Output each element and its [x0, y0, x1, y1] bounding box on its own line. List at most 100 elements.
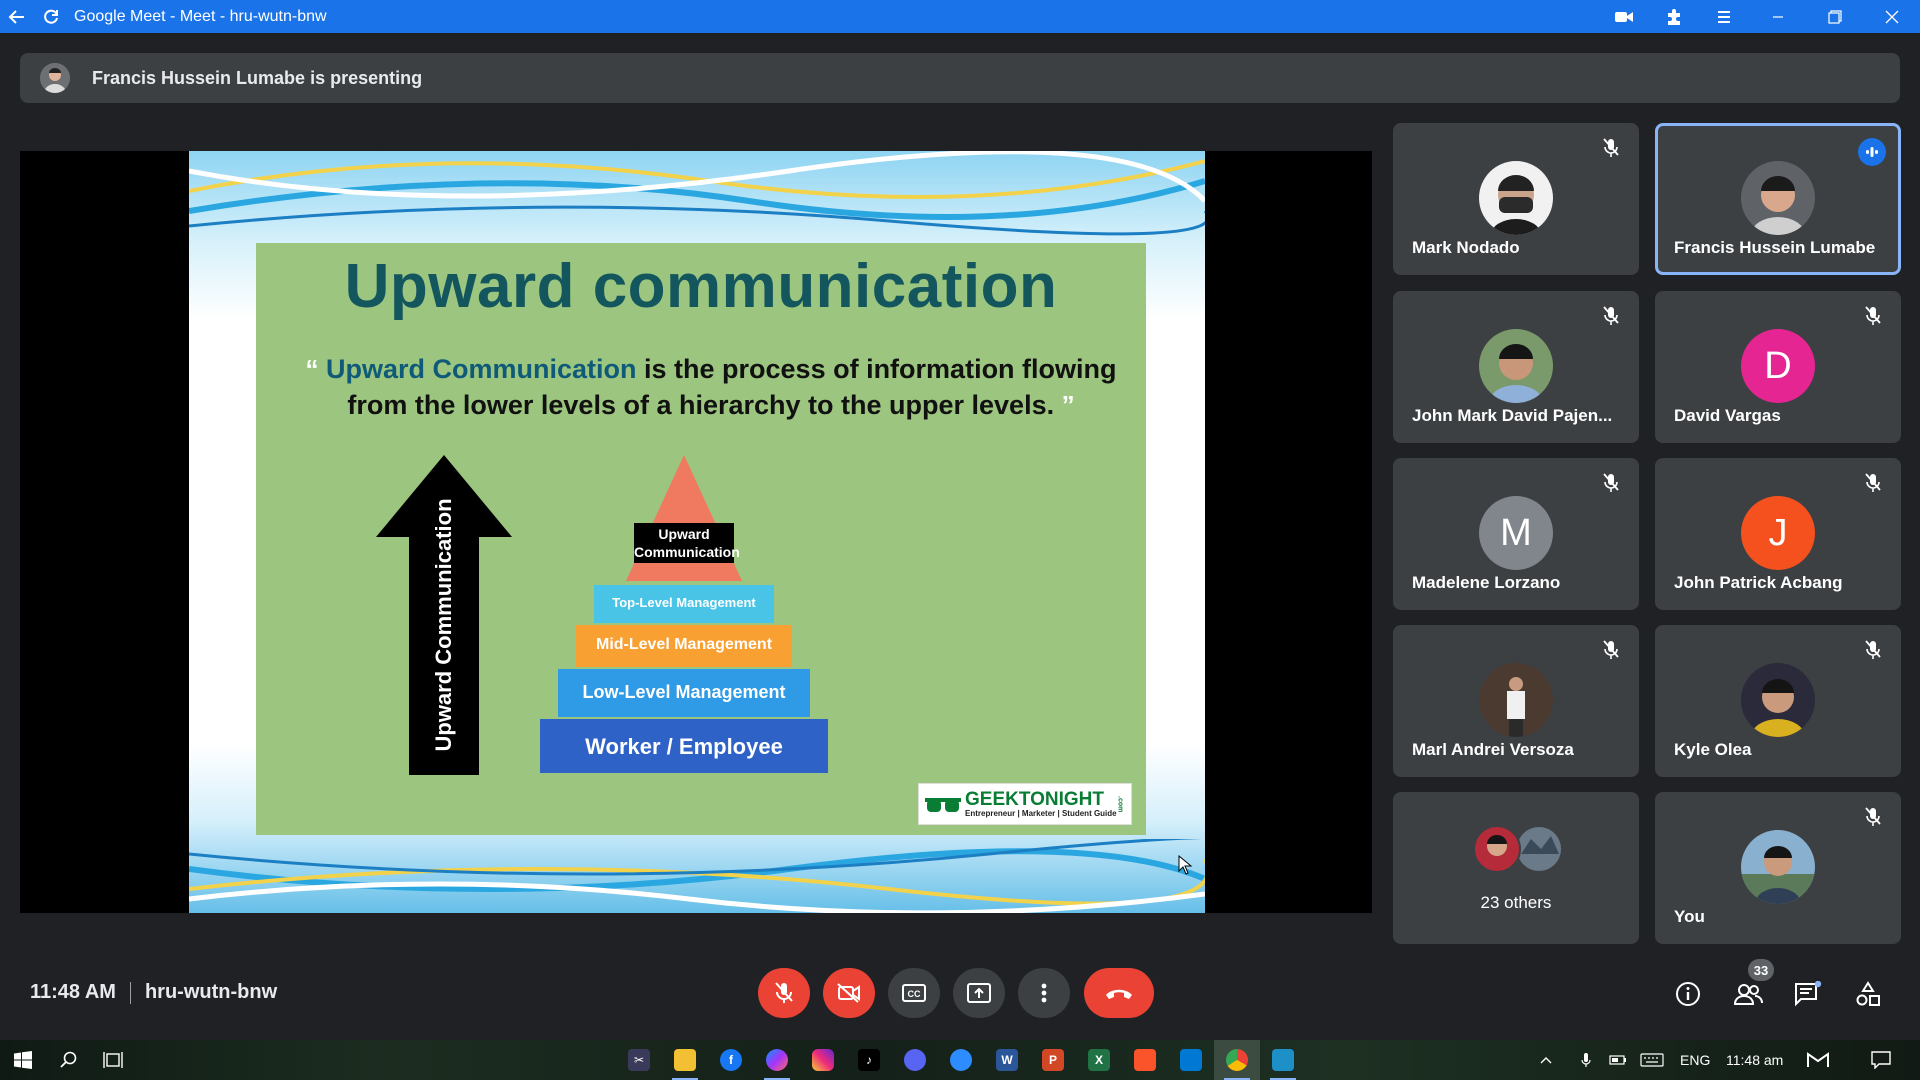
meeting-code: hru-wutn-bnw	[144, 981, 278, 1003]
taskbar-app-facebook[interactable]: f	[708, 1040, 754, 1080]
participant-tile[interactable]: John Mark David Pajen...	[1393, 291, 1639, 443]
search-icon	[60, 1051, 77, 1068]
windows-start-button[interactable]	[0, 1040, 46, 1080]
activities-button[interactable]	[1850, 976, 1886, 1012]
chrome-icon	[1226, 1049, 1248, 1071]
participant-name: John Mark David Pajen...	[1412, 406, 1613, 425]
taskbar-app-powerpoint[interactable]: P	[1030, 1040, 1076, 1080]
back-arrow-icon[interactable]	[0, 0, 34, 33]
taskbar-app-snip[interactable]: ✂	[616, 1040, 662, 1080]
more-options-button[interactable]	[1018, 968, 1070, 1018]
taskbar-app-vscode[interactable]	[1168, 1040, 1214, 1080]
logo-side: .com	[1116, 795, 1124, 813]
info-icon	[1676, 982, 1700, 1006]
mic-off-icon	[1600, 639, 1622, 661]
participant-tile-active[interactable]: Francis Hussein Lumabe	[1655, 123, 1901, 275]
meeting-info: 11:48 AM hru-wutn-bnw	[30, 981, 277, 1004]
participant-tile[interactable]: Mark Nodado	[1393, 123, 1639, 275]
tray-mic-icon[interactable]	[1572, 1040, 1600, 1080]
participant-name: Francis Hussein Lumabe	[1674, 238, 1876, 257]
taskbar-app-chrome[interactable]	[1214, 1040, 1260, 1080]
mouse-cursor-icon	[1178, 855, 1193, 875]
speaking-indicator-icon	[1858, 138, 1886, 166]
mic-toggle-button[interactable]	[758, 968, 810, 1018]
tray-keyboard-icon[interactable]	[1636, 1040, 1668, 1080]
quote-line-two: from the lower levels of a hierarchy to …	[347, 390, 1055, 420]
self-tile[interactable]: You	[1655, 792, 1901, 944]
camera-off-icon	[837, 983, 860, 1003]
slide-title: Upward communication	[344, 252, 1058, 321]
participant-tile[interactable]: M Madelene Lorzano	[1393, 458, 1639, 610]
menu-icon[interactable]	[1699, 0, 1749, 33]
participant-avatar	[1741, 663, 1815, 737]
leave-call-button[interactable]	[1084, 968, 1154, 1018]
zoom-icon	[950, 1049, 972, 1071]
present-button[interactable]	[953, 968, 1005, 1018]
activities-icon	[1856, 981, 1880, 1006]
pyramid-level-3: Low-Level Management	[582, 682, 786, 702]
participant-name: John Patrick Acbang	[1674, 573, 1843, 592]
people-button[interactable]	[1730, 976, 1766, 1012]
tray-battery-icon[interactable]	[1604, 1040, 1632, 1080]
brave-icon	[1134, 1049, 1156, 1071]
meeting-time: 11:48 AM	[30, 981, 116, 1003]
bottom-swoosh-decoration	[189, 839, 1205, 913]
quote-highlight: Upward Communication	[325, 354, 637, 384]
taskbar-app-messenger[interactable]	[754, 1040, 800, 1080]
taskbar-app-instagram[interactable]	[800, 1040, 846, 1080]
participant-name: David Vargas	[1674, 406, 1781, 425]
others-tile[interactable]: 23 others	[1393, 792, 1639, 944]
taskbar-app-word[interactable]: W	[984, 1040, 1030, 1080]
camera-toggle-button[interactable]	[823, 968, 875, 1018]
taskbar-search-button[interactable]	[46, 1040, 92, 1080]
taskbar-app-brave[interactable]	[1122, 1040, 1168, 1080]
close-icon[interactable]	[1863, 0, 1920, 33]
captions-button[interactable]: CC	[888, 968, 940, 1018]
taskbar-app-discord[interactable]	[892, 1040, 938, 1080]
mic-off-icon	[775, 982, 793, 1003]
notifications-icon[interactable]	[1858, 1040, 1904, 1080]
participant-avatar	[1741, 830, 1815, 904]
tray-clock[interactable]: 11:48 am	[1726, 1040, 1783, 1080]
mic-off-icon	[1862, 305, 1884, 327]
chat-button[interactable]	[1790, 976, 1826, 1012]
windows-logo-icon	[14, 1051, 32, 1069]
mic-off-icon	[1600, 137, 1622, 159]
participant-tile[interactable]: Marl Andrei Versoza	[1393, 625, 1639, 777]
quote-line-one: is the process of information flowing	[636, 354, 1117, 384]
minimize-icon[interactable]	[1749, 0, 1806, 33]
task-view-button[interactable]	[90, 1040, 136, 1080]
participant-avatar	[1479, 663, 1553, 737]
tray-gmail-icon[interactable]	[1800, 1040, 1836, 1080]
taskbar-app-photos[interactable]	[1260, 1040, 1306, 1080]
taskbar-app-file-explorer[interactable]	[662, 1040, 708, 1080]
tray-chevron-up-icon[interactable]	[1534, 1040, 1558, 1080]
presentation-stage: Upward communication “ Upward Communicat…	[20, 151, 1372, 913]
participant-name: Kyle Olea	[1674, 740, 1752, 759]
taskbar-app-zoom[interactable]	[938, 1040, 984, 1080]
tray-language[interactable]: ENG	[1680, 1040, 1710, 1080]
participant-name: Mark Nodado	[1412, 238, 1520, 257]
open-quote-mark: “	[305, 354, 319, 384]
extensions-icon[interactable]	[1649, 0, 1699, 33]
camera-icon[interactable]	[1599, 0, 1649, 33]
restore-icon[interactable]	[1806, 0, 1863, 33]
photos-icon	[1272, 1049, 1294, 1071]
participant-avatar	[1479, 329, 1553, 403]
participant-initial-avatar: M	[1479, 496, 1553, 570]
mic-off-icon	[1600, 305, 1622, 327]
mic-off-icon	[1862, 639, 1884, 661]
participant-tile[interactable]: J John Patrick Acbang	[1655, 458, 1901, 610]
participant-tile[interactable]: Kyle Olea	[1655, 625, 1901, 777]
hang-up-icon	[1106, 989, 1132, 999]
taskbar-app-tiktok[interactable]: ♪	[846, 1040, 892, 1080]
taskbar-app-excel[interactable]: X	[1076, 1040, 1122, 1080]
participant-avatar	[1741, 161, 1815, 235]
presenting-text: Francis Hussein Lumabe is presenting	[92, 67, 423, 88]
participant-name: Madelene Lorzano	[1412, 573, 1561, 592]
reload-icon[interactable]	[34, 0, 68, 33]
participant-tile[interactable]: D David Vargas	[1655, 291, 1901, 443]
meeting-details-button[interactable]	[1670, 976, 1706, 1012]
logo-text: GEEKTONIGHT	[965, 788, 1104, 810]
facebook-icon: f	[720, 1049, 742, 1071]
